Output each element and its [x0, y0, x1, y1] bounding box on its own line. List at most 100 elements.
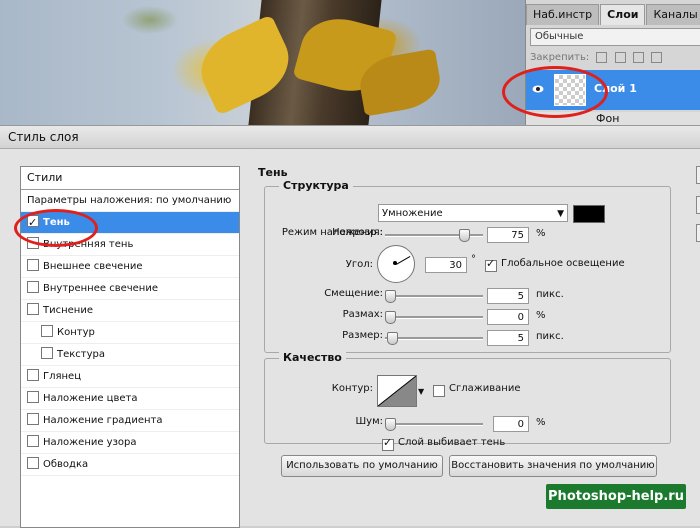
- angle-label: Угол:: [345, 259, 373, 270]
- group-title: Структура: [279, 179, 353, 192]
- style-item[interactable]: Тиснение: [21, 300, 239, 322]
- style-item-label: Наложение узора: [43, 437, 137, 448]
- layer-name[interactable]: Фон: [596, 112, 619, 125]
- style-item[interactable]: Наложение узора: [21, 432, 239, 454]
- style-item[interactable]: Наложение цвета: [21, 388, 239, 410]
- layer-style-dialog: Стиль слоя Стили Параметры наложения: по…: [0, 125, 700, 528]
- lock-transparency-icon[interactable]: [596, 51, 608, 63]
- styles-header[interactable]: Стили: [21, 167, 239, 190]
- dialog-titlebar[interactable]: Стиль слоя: [0, 126, 700, 149]
- section-title: Тень: [258, 166, 288, 179]
- make-default-button[interactable]: Использовать по умолчанию: [281, 455, 443, 477]
- lock-label: Закрепить:: [530, 52, 590, 63]
- spread-input[interactable]: 0: [487, 309, 529, 325]
- tab-layers[interactable]: Слои: [600, 4, 646, 25]
- quality-group: Качество Контур: ▼ Сглаживание Шум: 0 %: [264, 351, 671, 444]
- ok-button[interactable]: [696, 166, 700, 184]
- distance-input[interactable]: 5: [487, 288, 529, 304]
- style-checkbox[interactable]: [27, 435, 39, 447]
- lock-brush-icon[interactable]: [614, 51, 626, 63]
- noise-slider-knob[interactable]: [385, 418, 396, 431]
- panel-tabs: Наб.инстр Слои Каналы: [526, 4, 700, 25]
- noise-input[interactable]: 0: [493, 416, 529, 432]
- style-checkbox[interactable]: [27, 281, 39, 293]
- style-checkbox[interactable]: [41, 325, 53, 337]
- spread-unit: %: [536, 310, 546, 321]
- style-item-label: Наложение цвета: [43, 393, 138, 404]
- dialog-title: Стиль слоя: [8, 130, 79, 144]
- style-item[interactable]: Глянец: [21, 366, 239, 388]
- opacity-slider[interactable]: [385, 229, 483, 242]
- opacity-slider-knob[interactable]: [459, 229, 470, 242]
- layer-blend-mode-select[interactable]: Обычные: [530, 28, 700, 46]
- size-unit: пикс.: [536, 331, 564, 342]
- style-checkbox[interactable]: [27, 303, 39, 315]
- style-item[interactable]: Текстура: [21, 344, 239, 366]
- size-input[interactable]: 5: [487, 330, 529, 346]
- style-item[interactable]: Внутреннее свечение: [21, 278, 239, 300]
- global-light-checkbox[interactable]: [485, 257, 497, 272]
- style-item[interactable]: Контур: [21, 322, 239, 344]
- style-item[interactable]: Обводка: [21, 454, 239, 476]
- size-slider-knob[interactable]: [387, 332, 398, 345]
- annotation-circle: [502, 66, 608, 118]
- tab-channels[interactable]: Каналы: [646, 4, 700, 25]
- canvas-photo: [0, 0, 525, 125]
- new-style-button[interactable]: [696, 224, 700, 242]
- blend-mode-select[interactable]: Умножение ▼: [378, 204, 568, 222]
- cancel-button[interactable]: [696, 196, 700, 214]
- noise-slider[interactable]: [385, 418, 483, 431]
- structure-group: Структура Режим наложения: Умножение ▼ Н…: [264, 179, 671, 353]
- size-slider[interactable]: [385, 332, 483, 345]
- layer-knockout-label: Слой выбивает тень: [398, 437, 506, 448]
- reset-default-button[interactable]: Восстановить значения по умолчанию: [449, 455, 657, 477]
- angle-input[interactable]: 30: [425, 257, 467, 273]
- spread-slider[interactable]: [385, 311, 483, 324]
- style-checkbox[interactable]: [41, 347, 53, 359]
- angle-unit: °: [471, 254, 476, 265]
- style-item[interactable]: Внешнее свечение: [21, 256, 239, 278]
- style-checkbox[interactable]: [27, 259, 39, 271]
- shadow-color-swatch[interactable]: [573, 205, 605, 223]
- style-checkbox[interactable]: [27, 413, 39, 425]
- contour-label: Контур:: [331, 383, 373, 394]
- style-item-label: Контур: [57, 327, 95, 338]
- layer-knockout-checkbox[interactable]: [382, 436, 394, 451]
- lock-move-icon[interactable]: [632, 51, 644, 63]
- angle-center: [393, 261, 397, 265]
- style-item-label: Параметры наложения: по умолчанию: [27, 195, 232, 206]
- style-item-label: Тиснение: [43, 305, 93, 316]
- distance-unit: пикс.: [536, 289, 564, 300]
- global-light-label: Глобальное освещение: [501, 258, 625, 269]
- tab-tool-presets[interactable]: Наб.инстр: [526, 4, 600, 25]
- noise-label: Шум:: [355, 416, 383, 427]
- distance-slider-knob[interactable]: [385, 290, 396, 303]
- noise-unit: %: [536, 417, 546, 428]
- style-item-label: Наложение градиента: [43, 415, 163, 426]
- style-item-label: Внешнее свечение: [43, 261, 143, 272]
- group-title: Качество: [279, 351, 346, 364]
- style-checkbox[interactable]: [27, 457, 39, 469]
- chevron-down-icon[interactable]: ▼: [418, 387, 424, 396]
- spread-slider-knob[interactable]: [385, 311, 396, 324]
- style-item-label: Обводка: [43, 459, 89, 470]
- angle-dial[interactable]: [377, 245, 415, 283]
- contour-preview: [378, 376, 416, 406]
- lock-row: Закрепить:: [530, 50, 696, 66]
- distance-label: Смещение:: [324, 288, 383, 299]
- antialias-checkbox[interactable]: [433, 385, 445, 397]
- opacity-input[interactable]: 75: [487, 227, 529, 243]
- style-checkbox[interactable]: [27, 391, 39, 403]
- drop-shadow-settings: Тень Структура Режим наложения: Умножени…: [255, 166, 685, 526]
- style-item[interactable]: Наложение градиента: [21, 410, 239, 432]
- annotation-circle: [14, 209, 98, 247]
- opacity-label: Непрозр.:: [332, 227, 383, 238]
- distance-slider[interactable]: [385, 290, 483, 303]
- size-label: Размер:: [342, 330, 383, 341]
- opacity-unit: %: [536, 228, 546, 239]
- lock-all-icon[interactable]: [650, 51, 662, 63]
- blend-mode-value: Умножение: [382, 208, 443, 219]
- contour-picker[interactable]: [377, 375, 417, 407]
- style-checkbox[interactable]: [27, 369, 39, 381]
- style-item-label: Глянец: [43, 371, 82, 382]
